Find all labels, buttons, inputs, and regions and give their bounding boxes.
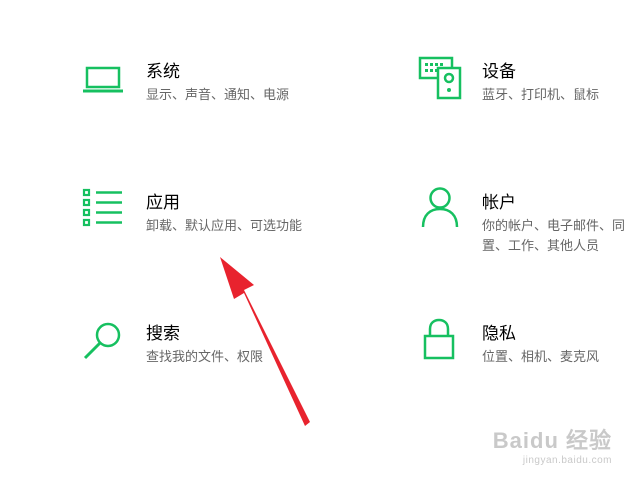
annotation-arrow xyxy=(220,257,310,426)
watermark-url: jingyan.baidu.com xyxy=(522,455,612,466)
watermark-logo-text: Baidu 经验 xyxy=(492,428,612,453)
watermark: Baidu 经验 jingyan.baidu.com xyxy=(493,423,612,466)
